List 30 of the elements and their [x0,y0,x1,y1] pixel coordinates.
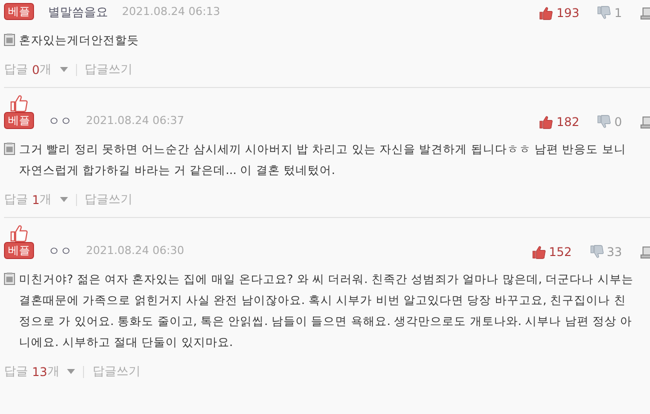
thumbs-down-icon [590,245,604,259]
best-badge: 베플 [4,3,34,20]
replies-toggle[interactable]: 답글 0개 [4,61,68,78]
replies-toggle[interactable]: 답글 1개 [4,191,68,208]
like-button[interactable]: 182 [539,115,580,129]
comment-date: 2021.08.24 06:30 [86,243,184,259]
caret-icon [67,369,76,374]
thumbs-up-icon [532,245,546,259]
caret-icon [60,67,68,72]
comment-date: 2021.08.24 06:13 [122,4,220,20]
best-badge: 베플 [4,112,34,129]
like-button[interactable]: 193 [539,6,580,20]
comment-text: 미친거야? 젊은 여자 혼자있는 집에 매일 온다고요? 와 씨 더러워. 친족간 성범죄가 얼마나 많은데, 더군다나 시부는 결혼때문에 가족으로 얽힌거지 사실 완전 남이잖아요. 혹시 시부가 비번 알고있다면 당장 바꾸고요, 친구집이나 친정으로 가 있어요. 통화도 줄이고, 톡은 안읽씹. 남들이 들으면 욕해요. 생각만으로도 개토나와. 시부나 남편 정상 아니에요. 시부하고 절대 단둘이 있지마요. [19,271,634,351]
caret-icon [60,197,68,202]
comment-date: 2021.08.24 06:37 [86,113,184,129]
author-name[interactable]: ㅇㅇ [48,113,72,129]
comment-text: 혼자있는게더안전할듯 [19,32,140,49]
comment-text: 그거 빨리 정리 못하면 어느순간 삼시세끼 시아버지 밥 차리고 있는 자신을 발견하게 됩니다ㅎㅎ 남편 반응도 보니 자연스럽게 합가하길 바라는 거 같은데... 이 결혼 텄네텄어. [19,141,627,179]
document-icon [4,142,15,155]
author-name[interactable]: ㅇㅇ [48,243,72,259]
thumbs-down-icon [597,115,612,129]
replies-toggle[interactable]: 답글 13개 [4,363,76,380]
thumbs-up-icon [539,115,554,129]
thumbs-up-icon [539,6,554,20]
author-name[interactable]: 별말씀을요 [48,4,108,20]
document-icon [4,33,15,46]
like-button[interactable]: 152 [532,245,572,259]
document-icon [4,272,15,285]
best-badge: 베플 [4,242,34,259]
thumbs-down-icon [597,6,612,20]
